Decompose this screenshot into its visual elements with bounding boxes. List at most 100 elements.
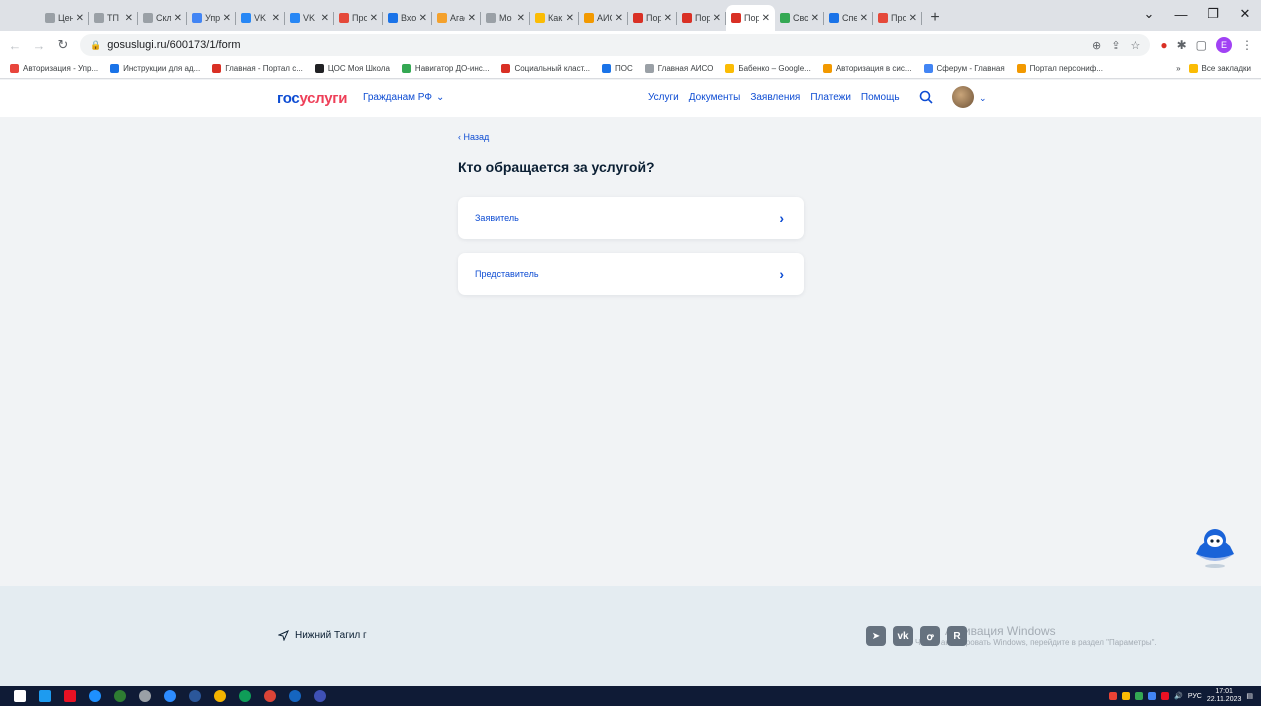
close-tab-icon[interactable]: ✕ [860,13,868,24]
bookmark-item[interactable]: Бабенко – Google... [725,64,811,73]
start-menu-icon[interactable] [10,688,30,704]
tray-app-icon[interactable] [1161,692,1170,700]
taskbar-app-icon[interactable] [310,688,330,704]
extensions-puzzle-icon[interactable]: ✱ [1177,38,1187,52]
browser-tab[interactable]: Как ✕ [530,5,579,31]
user-avatar[interactable] [952,86,974,108]
tray-app-icon[interactable] [1135,692,1144,700]
browser-tab[interactable]: Упр ✕ [187,5,236,31]
telegram-icon[interactable]: ➤ [866,626,886,646]
taskbar-app-icon[interactable] [60,688,80,704]
input-language[interactable]: РУС [1188,693,1202,700]
close-tab-icon[interactable]: ✕ [223,13,231,24]
extension-icon[interactable]: ● [1160,38,1167,52]
tab-search-icon[interactable]: ⌄ [1133,0,1165,28]
browser-tab[interactable]: Пор ✕ [628,5,677,31]
close-tab-icon[interactable]: ✕ [566,13,574,24]
chevron-down-icon[interactable]: ⌄ [979,93,987,104]
all-bookmarks-folder[interactable]: Все закладки [1188,64,1251,73]
taskbar-app-icon[interactable] [35,688,55,704]
tray-app-icon[interactable] [1148,692,1157,700]
nav-applications[interactable]: Заявления [750,92,800,103]
notifications-icon[interactable]: ▤ [1246,692,1253,700]
bookmark-item[interactable]: Главная АИСО [644,64,713,73]
bookmark-star-icon[interactable]: ☆ [1130,39,1140,52]
profile-avatar[interactable]: E [1216,37,1232,53]
restore-button[interactable]: ❐ [1197,0,1229,28]
taskbar-app-icon[interactable] [210,688,230,704]
tray-app-icon[interactable] [1109,692,1118,700]
close-tab-icon[interactable]: ✕ [419,13,427,24]
back-arrow-icon[interactable]: ← [8,38,22,53]
share-icon[interactable]: ⇪ [1111,39,1120,52]
search-icon[interactable] [919,90,933,104]
clock[interactable]: 17:01 22.11.2023 [1207,688,1242,704]
side-panel-icon[interactable]: ▢ [1196,38,1207,52]
close-tab-icon[interactable]: ✕ [811,13,819,24]
taskbar-app-icon[interactable] [160,688,180,704]
close-tab-icon[interactable]: ✕ [517,13,525,24]
browser-tab[interactable]: Про ✕ [334,5,383,31]
rutube-icon[interactable]: R [947,626,967,646]
close-tab-icon[interactable]: ✕ [713,13,721,24]
close-tab-icon[interactable]: ✕ [909,13,917,24]
browser-tab[interactable]: Агас✕ [432,5,481,31]
close-tab-icon[interactable]: ✕ [76,13,84,24]
nav-help[interactable]: Помощь [861,92,900,103]
minimize-button[interactable]: — [1165,0,1197,28]
new-tab-button[interactable]: + [922,5,948,31]
bookmark-item[interactable]: ЦОС Моя Школа [314,64,390,73]
browser-tab[interactable]: Цен ✕ [40,5,89,31]
assistant-robot-icon[interactable] [1190,524,1240,570]
nav-documents[interactable]: Документы [689,92,741,103]
browser-tab[interactable]: Свс ✕ [775,5,824,31]
city-selector[interactable]: Нижний Тагил г [278,630,367,641]
volume-icon[interactable]: 🔊 [1174,692,1183,700]
close-tab-icon[interactable]: ✕ [762,13,770,24]
browser-tab[interactable]: ТП 1✕ [89,5,138,31]
browser-tab[interactable]: Скл ✕ [138,5,187,31]
nav-payments[interactable]: Платежи [810,92,851,103]
browser-tab[interactable]: Мо ✕ [481,5,530,31]
option-representative[interactable]: Представитель › [458,253,804,295]
forward-arrow-icon[interactable]: → [32,38,46,53]
tray-app-icon[interactable] [1122,692,1131,700]
taskbar-app-icon[interactable] [135,688,155,704]
bookmark-item[interactable]: Социальный класт... [501,64,590,73]
close-tab-icon[interactable]: ✕ [615,13,623,24]
close-tab-icon[interactable]: ✕ [125,13,133,24]
nav-services[interactable]: Услуги [648,92,679,103]
bookmarks-overflow-icon[interactable]: » [1176,64,1180,73]
browser-tab[interactable]: Пор ✕ [726,5,775,31]
bookmark-item[interactable]: Навигатор ДО-инс... [401,64,489,73]
taskbar-app-icon[interactable] [110,688,130,704]
bookmark-item[interactable]: Авторизация - Упр... [10,64,98,73]
bookmark-item[interactable]: Портал персониф... [1016,64,1103,73]
taskbar-app-icon[interactable] [285,688,305,704]
menu-kebab-icon[interactable]: ⋮ [1241,38,1253,52]
close-tab-icon[interactable]: ✕ [370,13,378,24]
reload-icon[interactable]: ↻ [56,37,70,53]
close-tab-icon[interactable]: ✕ [272,13,280,24]
back-link[interactable]: ‹ Назад [458,132,489,142]
option-applicant[interactable]: Заявитель › [458,197,804,239]
gosuslugi-logo[interactable]: госуслуги [277,90,347,107]
taskbar-app-icon[interactable] [235,688,255,704]
zoom-icon[interactable]: ⊕ [1092,39,1101,52]
taskbar-app-icon[interactable] [260,688,280,704]
audience-selector[interactable]: Гражданам РФ ⌄ [363,92,444,103]
bookmark-item[interactable]: Авторизация в сис... [822,64,912,73]
bookmark-item[interactable]: Главная - Портал с... [212,64,303,73]
taskbar-app-icon[interactable] [85,688,105,704]
address-bar[interactable]: 🔒 gosuslugi.ru/600173/1/form ⊕ ⇪ ☆ [80,34,1151,56]
browser-tab[interactable]: АИС✕ [579,5,628,31]
browser-tab[interactable]: Спе ✕ [824,5,873,31]
bookmark-item[interactable]: ПОС [602,64,633,73]
bookmark-item[interactable]: Сферум - Главная [923,64,1005,73]
taskbar-app-icon[interactable] [185,688,205,704]
vk-icon[interactable]: vk [893,626,913,646]
close-tab-icon[interactable]: ✕ [174,13,182,24]
close-tab-icon[interactable]: ✕ [468,13,476,24]
browser-tab[interactable]: Вхо ✕ [383,5,432,31]
browser-tab[interactable]: Про ✕ [873,5,922,31]
